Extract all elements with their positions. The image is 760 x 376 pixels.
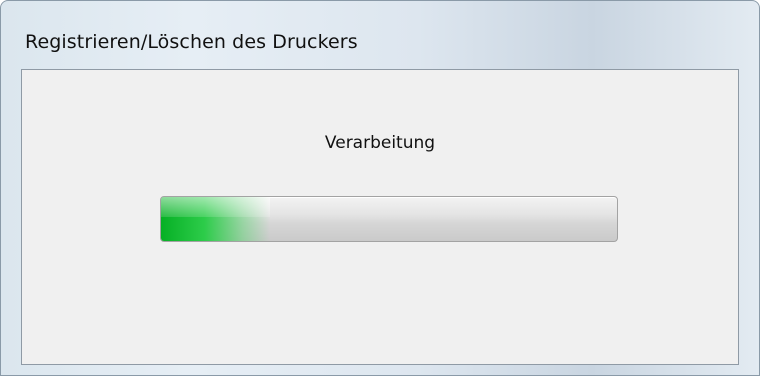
status-label: Verarbeitung [324,133,436,153]
progress-bar-fill [161,197,271,241]
window-title: Registrieren/Löschen des Druckers [25,31,358,53]
dialog-window: Registrieren/Löschen des Druckers Verarb… [0,0,760,376]
progress-bar [160,196,618,242]
title-bar[interactable]: Registrieren/Löschen des Druckers [1,1,759,69]
dialog-content: Verarbeitung [21,69,739,365]
